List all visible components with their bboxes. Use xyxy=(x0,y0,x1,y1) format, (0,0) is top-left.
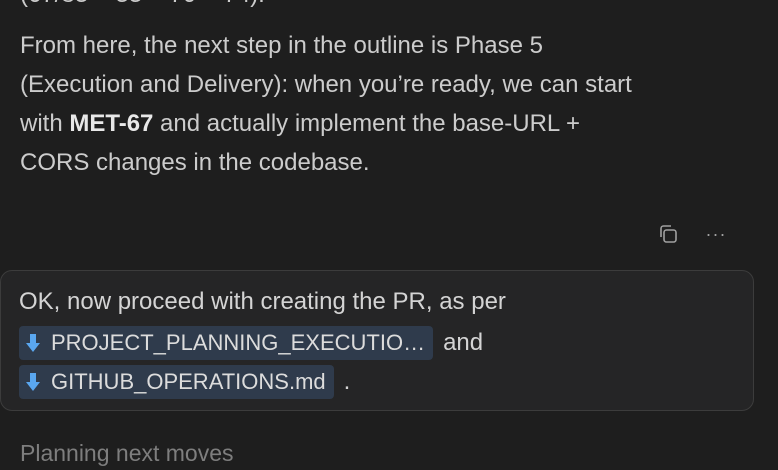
assistant-line-4: CORS changes in the codebase. xyxy=(20,149,370,176)
assistant-message: From here, the next step in the outline … xyxy=(20,26,750,182)
user-line-3: GITHUB_OPERATIONS.md . xyxy=(19,365,350,399)
download-arrow-icon xyxy=(25,333,41,353)
file-chip-label: PROJECT_PLANNING_EXECUTIO… xyxy=(51,330,426,355)
copy-icon[interactable] xyxy=(654,220,682,248)
status-text: Planning next moves xyxy=(20,440,234,466)
file-chip-github-operations[interactable]: GITHUB_OPERATIONS.md xyxy=(19,365,334,399)
assistant-line-1: From here, the next step in the outline … xyxy=(20,32,543,59)
message-actions: ··· xyxy=(654,220,730,248)
end-punctuation: . xyxy=(343,368,351,395)
file-chip-project-planning[interactable]: PROJECT_PLANNING_EXECUTIO… xyxy=(19,326,434,360)
file-chip-label: GITHUB_OPERATIONS.md xyxy=(51,369,326,394)
user-line-1: OK, now proceed with creating the PR, as… xyxy=(19,288,506,316)
assistant-line-3-prefix: with xyxy=(20,110,70,137)
assistant-cut-line: (67/83 + 33 + 70 + 74). xyxy=(20,0,265,8)
ticket-id: MET-67 xyxy=(69,110,154,137)
assistant-line-3: with MET-67 and actually implement the b… xyxy=(20,104,750,143)
assistant-line-3-suffix: and actually implement the base-URL + xyxy=(153,110,581,137)
more-options-icon[interactable]: ··· xyxy=(702,220,730,248)
assistant-line-2: (Execution and Delivery): when you’re re… xyxy=(20,71,632,98)
connector-text: and xyxy=(443,329,484,356)
download-arrow-icon xyxy=(25,372,41,392)
user-message-bubble: OK, now proceed with creating the PR, as… xyxy=(0,270,754,411)
user-line-1-text: OK, now proceed with creating the PR, as… xyxy=(19,288,506,315)
user-line-2: PROJECT_PLANNING_EXECUTIO… and xyxy=(19,326,483,360)
